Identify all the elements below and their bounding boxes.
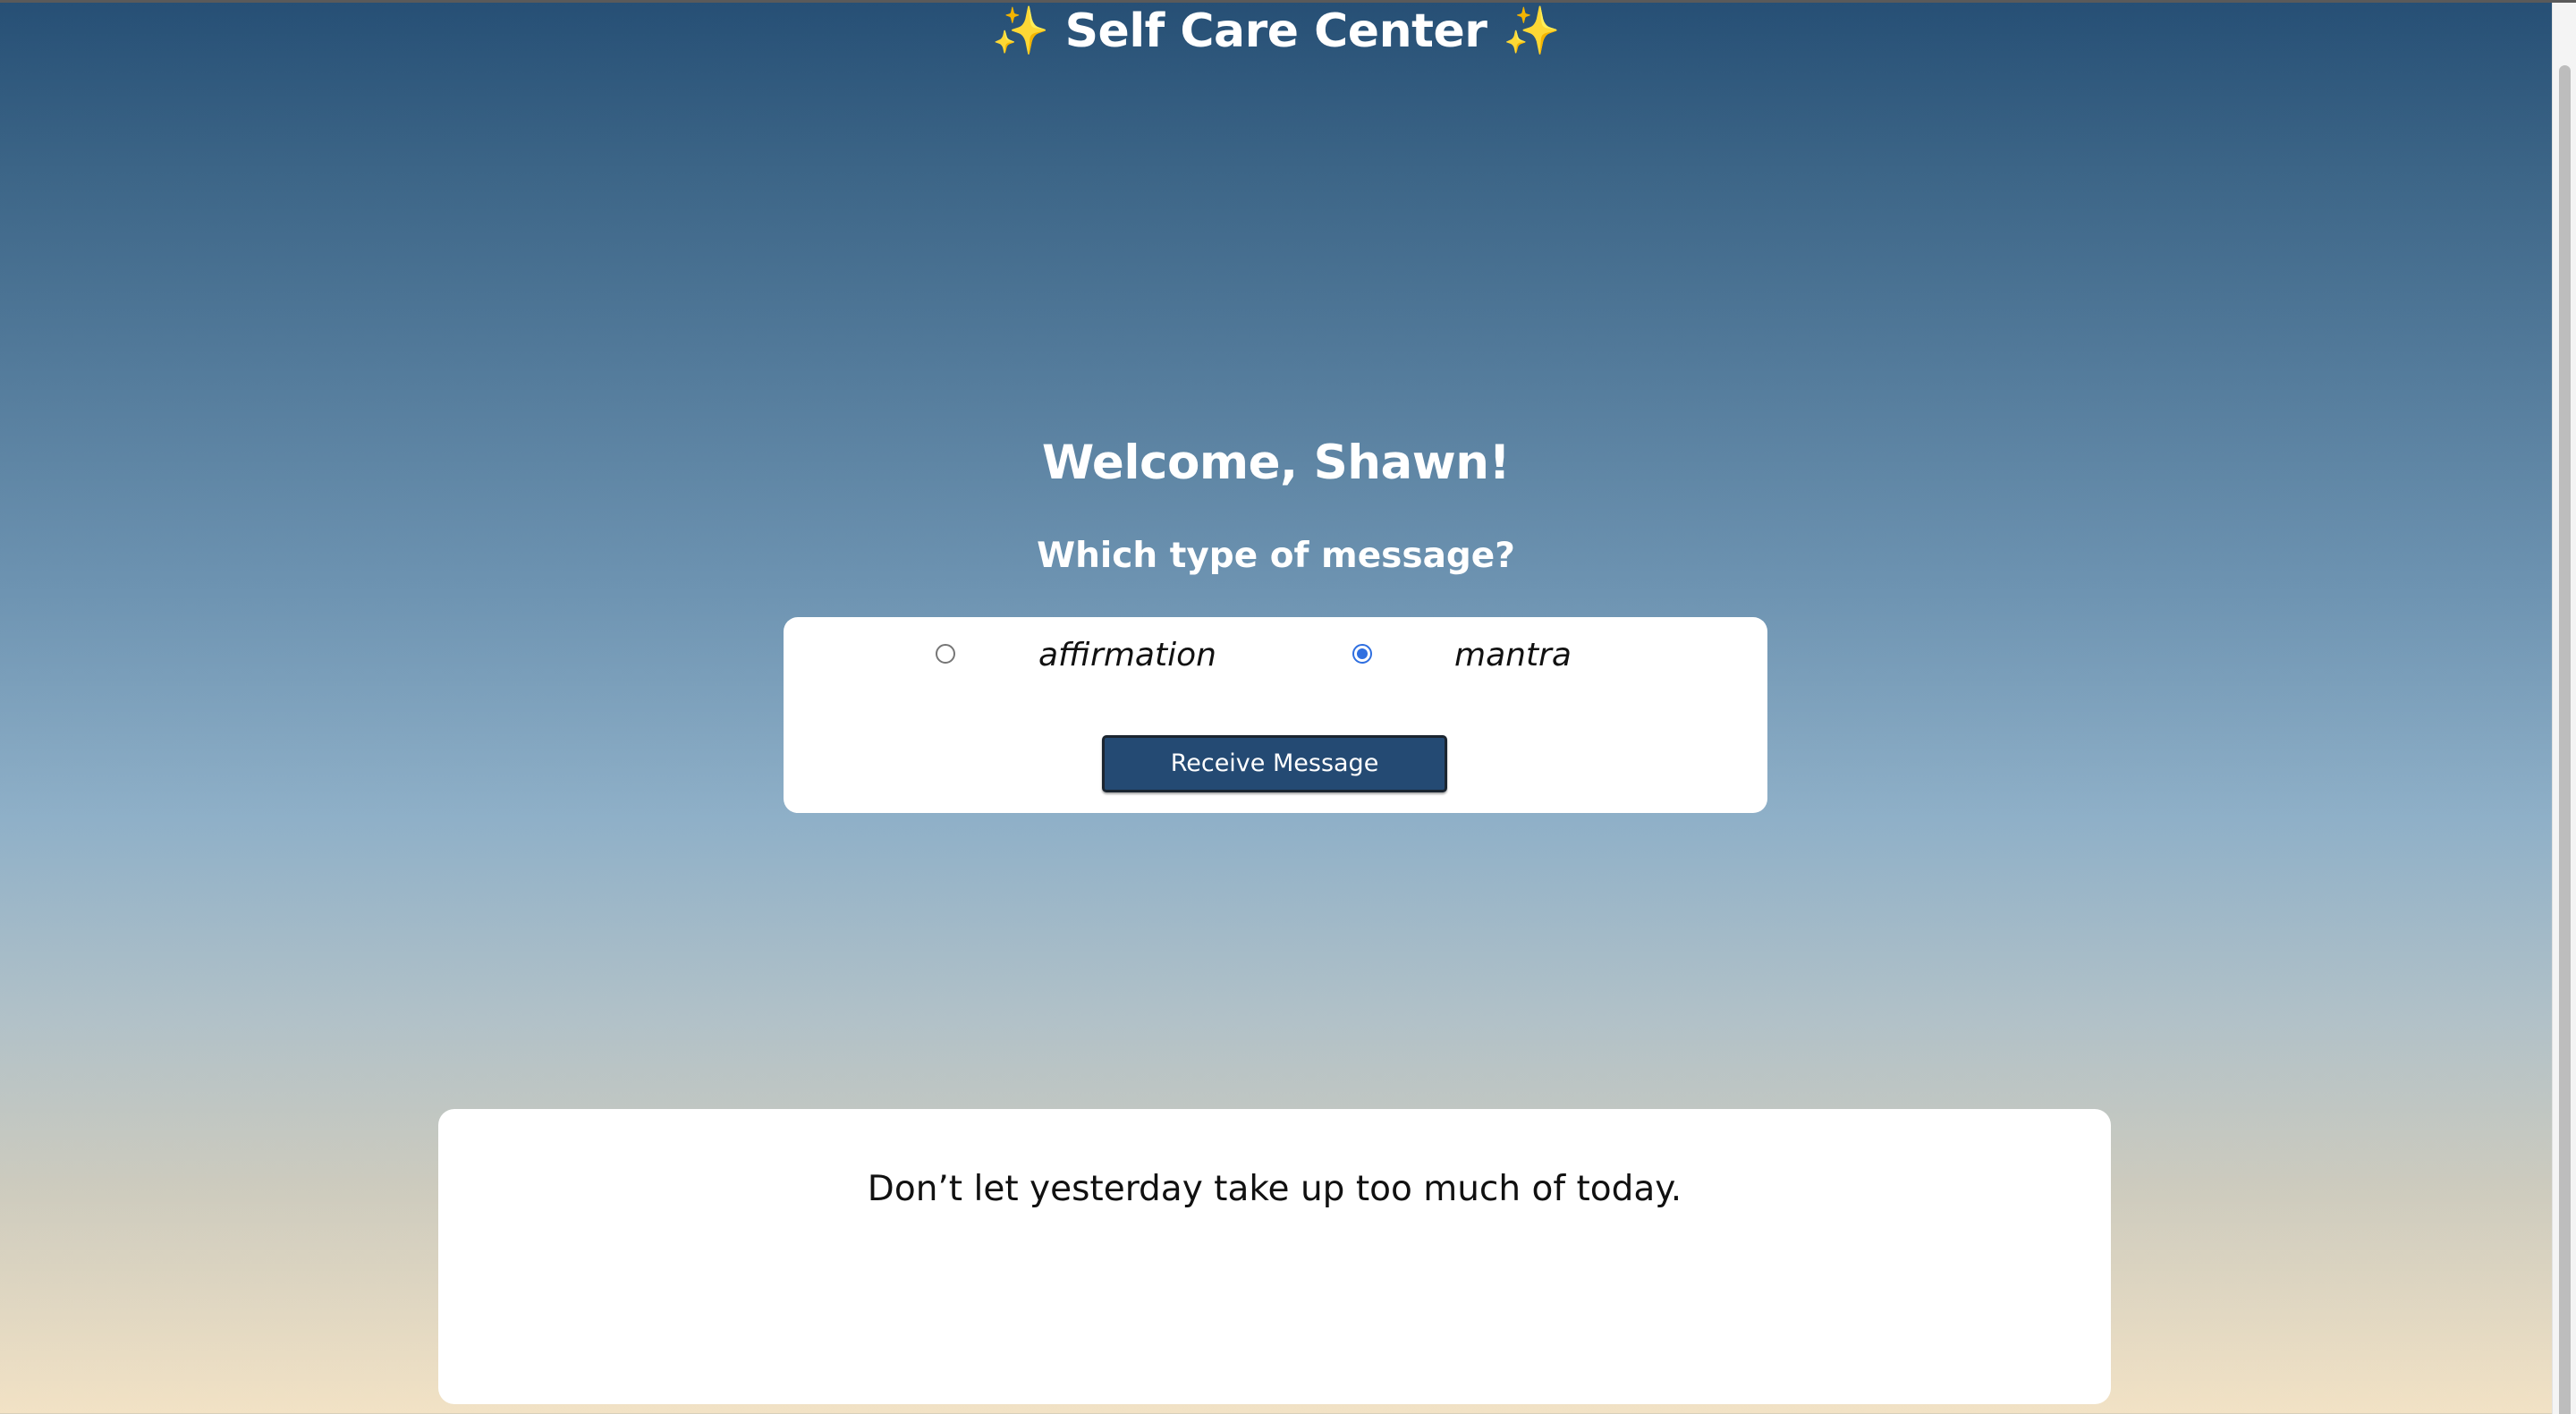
scrollbar-thumb[interactable]: [2559, 65, 2571, 1414]
message-type-question: Which type of message?: [1037, 536, 1515, 576]
mantra-label[interactable]: mantra: [1454, 633, 1572, 678]
affirmation-radio[interactable]: [936, 644, 955, 664]
affirmation-label[interactable]: affirmation: [1038, 633, 1216, 678]
message-text: Don’t let yesterday take up too much of …: [867, 1169, 1682, 1209]
vertical-scrollbar[interactable]: [2552, 3, 2576, 1414]
message-display-card: Don’t let yesterday take up too much of …: [438, 1109, 2111, 1404]
welcome-heading: Welcome, Shawn!: [1041, 436, 1511, 490]
sparkles-icon-left: ✨: [991, 4, 1050, 58]
page-title-text: Self Care Center: [1064, 4, 1487, 58]
receive-message-button[interactable]: Receive Message: [1102, 735, 1447, 792]
page-title: ✨ Self Care Center ✨: [0, 0, 2552, 63]
message-type-form: affirmation mantra Receive Message: [784, 617, 1767, 813]
mantra-radio[interactable]: [1352, 644, 1372, 664]
sparkles-icon-right: ✨: [1502, 4, 1561, 58]
